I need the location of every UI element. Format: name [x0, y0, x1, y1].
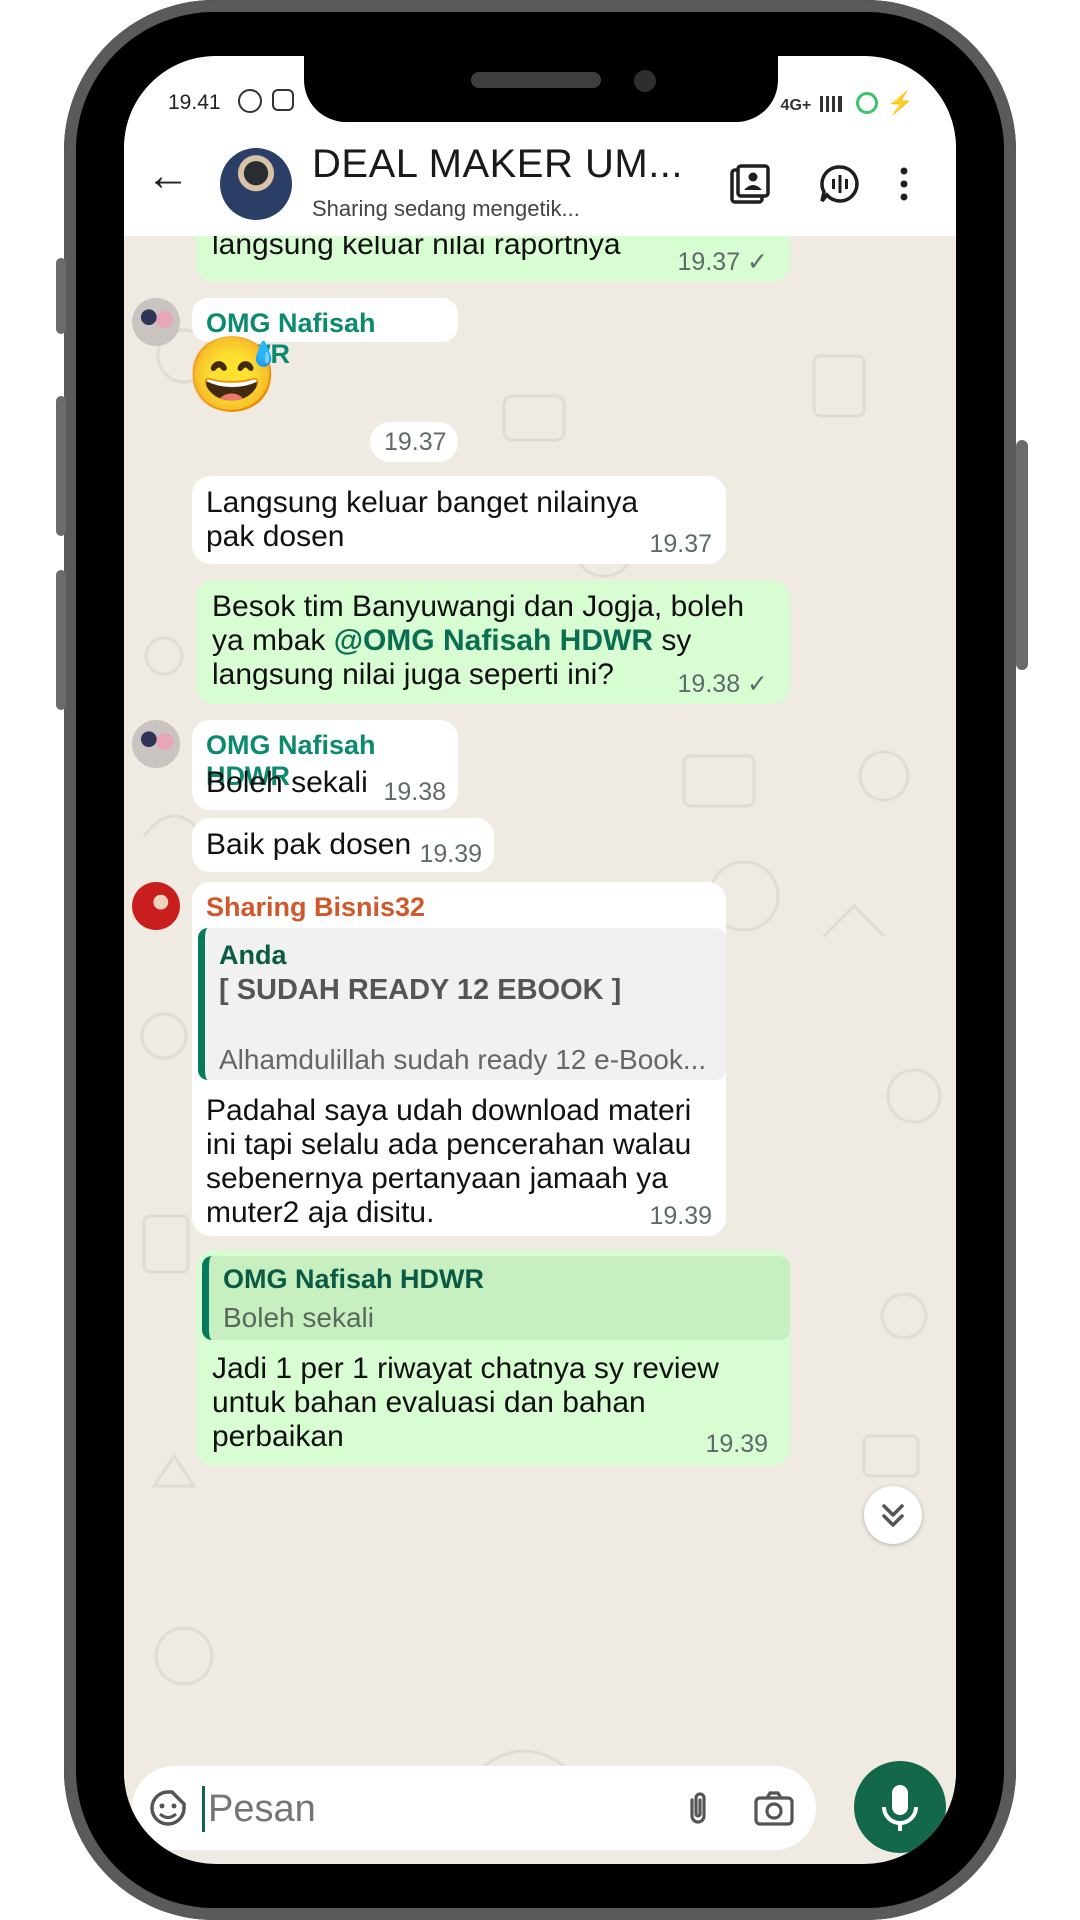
quote-body: Alhamdulillah sudah ready 12 e-Book...: [219, 1044, 707, 1075]
voice-record-button[interactable]: [854, 1761, 946, 1853]
message-time: 19.39: [705, 1429, 768, 1458]
sender-name[interactable]: Sharing Bisnis32: [206, 892, 425, 923]
message-time: 19.38 ✓: [677, 669, 768, 698]
signal-icon: [819, 96, 842, 112]
outgoing-message[interactable]: OMG Nafisah HDWR Boleh sekali Jadi 1 per…: [196, 1250, 790, 1466]
chat-area[interactable]: langsung keluar nilai raportnya 19.37 ✓ …: [124, 236, 956, 1816]
incoming-message[interactable]: Langsung keluar banget nilainya pak dose…: [192, 476, 726, 564]
message-time: 19.37: [649, 529, 712, 558]
back-arrow-icon[interactable]: ←: [146, 154, 190, 198]
message-time: 19.39: [649, 1201, 712, 1230]
side-button: [1016, 440, 1028, 670]
front-camera: [634, 70, 656, 92]
sender-avatar[interactable]: [132, 882, 180, 930]
incoming-message[interactable]: OMG Nafisah HDWR Boleh sekali 19.38: [192, 720, 458, 810]
network-type: 4G+: [780, 97, 812, 114]
quote-title: [ SUDAH READY 12 EBOOK ]: [219, 974, 622, 1006]
phone-screen: 19.41 4G+ ⚡ ← DEAL MAKER UM... Sharing s…: [124, 56, 956, 1864]
sender-avatar[interactable]: [132, 298, 180, 346]
sender-avatar[interactable]: [132, 720, 180, 768]
network-indicator: 4G+ ⚡: [781, 90, 914, 116]
mention-link[interactable]: @OMG Nafisah HDWR: [334, 624, 653, 657]
message-text: Langsung keluar banget nilainya pak dose…: [206, 486, 638, 553]
sync-icon: [856, 92, 879, 114]
sweat-smile-emoji: 😅: [186, 333, 279, 416]
whatsapp-notification-icon: [238, 89, 262, 113]
typing-status: Sharing sedang mengetik...: [312, 196, 580, 221]
double-chevron-down-icon: [882, 1504, 904, 1527]
quoted-message[interactable]: Anda [ SUDAH READY 12 EBOOK ] Alhamdulil…: [198, 928, 726, 1080]
quote-body: Boleh sekali: [223, 1302, 374, 1333]
message-input[interactable]: [206, 1780, 560, 1838]
status-time: 19.41: [168, 91, 221, 114]
scroll-to-bottom-button[interactable]: [864, 1486, 922, 1544]
group-avatar[interactable]: [220, 148, 292, 220]
microphone-icon: [882, 1785, 918, 1831]
camera-icon[interactable]: [752, 1788, 796, 1828]
message-time: 19.39: [419, 839, 482, 868]
speaker-grille: [471, 72, 601, 88]
message-time: 19.37 ✓: [677, 247, 768, 276]
message-time-pill: 19.37: [370, 422, 458, 462]
chat-header: ← DEAL MAKER UM... Sharing sedang menget…: [124, 128, 956, 236]
contact-card-icon[interactable]: [728, 162, 772, 206]
instagram-notification-icon: [272, 89, 294, 111]
side-button: [56, 570, 66, 710]
quote-author: Anda: [219, 940, 287, 970]
message-time: 19.37: [384, 428, 447, 456]
voice-chat-icon[interactable]: [818, 162, 862, 206]
side-button: [56, 258, 66, 334]
incoming-message[interactable]: Sharing Bisnis32 Anda [ SUDAH READY 12 E…: [192, 882, 726, 1236]
outgoing-message[interactable]: Besok tim Banyuwangi dan Jogja, boleh ya…: [196, 580, 790, 704]
message-composer: [132, 1766, 816, 1850]
more-options-icon[interactable]: [894, 162, 914, 206]
quoted-message[interactable]: OMG Nafisah HDWR Boleh sekali: [202, 1256, 790, 1340]
message-text: Baik pak dosen: [206, 828, 412, 861]
message-time: 19.38: [383, 777, 446, 806]
attachment-paperclip-icon[interactable]: [678, 1788, 718, 1828]
quote-author: OMG Nafisah HDWR: [223, 1264, 485, 1294]
text-cursor: [202, 1786, 205, 1832]
message-text: langsung keluar nilai raportnya: [212, 236, 621, 261]
sticker-icon[interactable]: [148, 1788, 188, 1828]
battery-charging-icon: ⚡: [886, 90, 914, 115]
message-text: Padahal saya udah download materi ini ta…: [206, 1094, 692, 1229]
outgoing-message[interactable]: langsung keluar nilai raportnya 19.37 ✓: [196, 236, 790, 282]
message-text: Boleh sekali: [206, 766, 368, 799]
side-button: [56, 396, 66, 536]
incoming-message[interactable]: Baik pak dosen 19.39: [192, 818, 494, 872]
group-title[interactable]: DEAL MAKER UM...: [312, 142, 683, 187]
camera-notch: [304, 56, 778, 122]
message-text: Jadi 1 per 1 riwayat chatnya sy review u…: [212, 1352, 719, 1453]
